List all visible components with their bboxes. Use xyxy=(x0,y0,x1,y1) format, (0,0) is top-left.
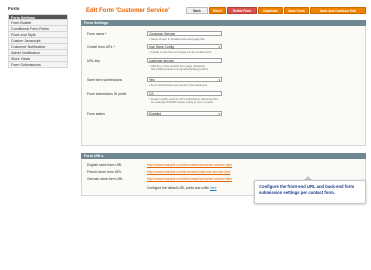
english-url-label: English store form URL xyxy=(87,163,123,167)
form-status-select[interactable]: Enabled ▾ xyxy=(147,111,222,117)
callout-tooltip: Configure the front-end URL and back-end… xyxy=(254,180,366,204)
german-url-link[interactable]: http://www.example.com/de/kontakt/custom… xyxy=(147,177,232,181)
german-url-label: German store form URL xyxy=(87,177,124,181)
chevron-down-icon: ▾ xyxy=(218,112,220,116)
form-name-note: ▪ Name shown in breadcrumbs and page tit… xyxy=(149,36,206,41)
save-submissions-note: ▪ Form submissions are stored in the bac… xyxy=(149,82,208,87)
chevron-down-icon: ▾ xyxy=(218,78,220,82)
form-name-label: Form name * xyxy=(87,32,107,36)
id-prefix-note-2: for example #CS000; leave empty to use n… xyxy=(151,100,214,104)
french-url-link[interactable]: http://www.example.com/fr/contact/custom… xyxy=(147,170,230,174)
english-url-link[interactable]: http://www.example.com/en/contact/custom… xyxy=(147,163,232,167)
save-and-continue-button[interactable]: Save And Continue Edit xyxy=(310,7,366,14)
duplicate-button[interactable]: Duplicate xyxy=(258,7,283,14)
configure-url-link[interactable]: here xyxy=(210,186,217,190)
save-submissions-label: Save form submissions xyxy=(87,78,123,82)
create-url-note-text: Create a new front-end page for the cont… xyxy=(150,49,213,54)
reset-button[interactable]: Reset xyxy=(209,7,226,14)
configure-url-text-body: Configure the default URL prefix and suf… xyxy=(147,186,210,190)
url-key-label: URL key xyxy=(87,59,100,63)
save-submissions-value: Yes xyxy=(149,78,155,82)
id-prefix-label: Form submission ID prefix xyxy=(87,92,127,96)
save-submissions-note-text: Form submissions are stored in the back-… xyxy=(150,82,208,87)
chevron-down-icon: ▾ xyxy=(218,45,220,49)
save-form-button[interactable]: Save Form xyxy=(284,7,309,14)
delete-form-button[interactable]: Delete Form xyxy=(227,7,257,14)
configure-url-text: Configure the default URL prefix and suf… xyxy=(147,186,216,190)
french-url-label: French store form URL xyxy=(87,170,122,174)
url-key-note-2: http://www.domain.com/[prefix]/[urlkey].… xyxy=(151,67,208,71)
form-status-value: Enabled xyxy=(149,112,162,116)
tab-form-submissions[interactable]: Form Submissions xyxy=(8,62,68,68)
sidebar-tabs: Form Settings Form Builder Conditional F… xyxy=(8,14,68,68)
create-url-label: Create form URL * xyxy=(87,45,115,49)
header-buttons: Back Reset Delete Form Duplicate Save Fo… xyxy=(0,7,371,14)
form-name-note-text: Name shown in breadcrumbs and page title… xyxy=(150,36,206,41)
form-settings-section: Form name * Customer Service ▪ Name show… xyxy=(81,26,366,146)
form-status-label: Form status xyxy=(87,112,105,116)
create-url-note: ▪ Create a new front-end page for the co… xyxy=(149,49,213,54)
back-button[interactable]: Back xyxy=(186,7,208,14)
create-url-value: Use Store Config xyxy=(149,45,175,49)
